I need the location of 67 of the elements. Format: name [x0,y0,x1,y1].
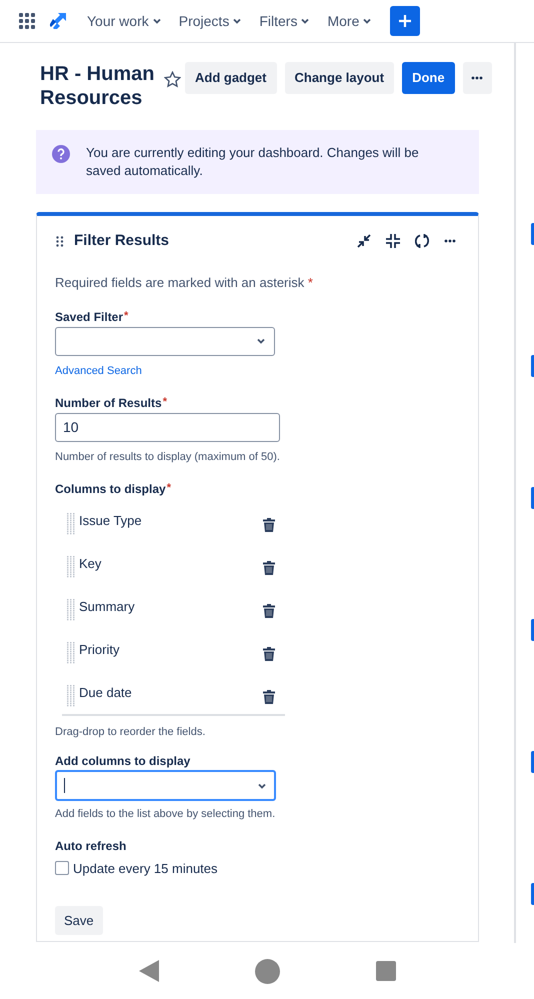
more-button[interactable] [462,62,492,94]
chevron-down-icon [152,16,162,26]
logo-icon[interactable] [49,12,67,30]
drag-handle-icon[interactable] [67,512,75,534]
column-name: Issue Type [79,512,142,528]
chevron-down-icon [362,16,372,26]
chevron-down-icon [300,16,310,26]
column-name: Summary [79,598,135,614]
field-label: Add columns to display [55,753,192,770]
trash-icon[interactable] [263,604,275,618]
help-icon [52,145,70,163]
add-columns-select[interactable] [55,770,276,801]
field-label: Number of Results* [55,395,168,412]
drag-handle-icon[interactable] [67,642,75,664]
trash-icon[interactable] [263,690,275,704]
dashboard-title: HR - Human Resources [40,62,156,110]
chevron-down-icon [256,336,266,346]
more-icon [471,76,484,80]
minimize-icon[interactable] [357,234,371,248]
toolbar-button[interactable]: Change layout [284,62,394,94]
back-icon[interactable] [138,959,160,983]
nav-menu[interactable]: Filters [259,10,310,32]
recents-icon[interactable] [376,961,396,981]
number-input[interactable]: 10 [55,413,280,442]
plus-icon [398,14,412,28]
trash-icon[interactable] [263,646,275,660]
drag-handle-icon[interactable] [67,556,75,578]
cut-off-button[interactable] [531,223,534,245]
toolbar-button[interactable]: Add gadget [185,62,276,94]
cut-off-button[interactable] [531,355,534,377]
banner-message: You are currently editing your dashboard. Changes will be saved automatically. [86,144,420,180]
app-switcher-icon[interactable] [19,13,35,29]
home-icon[interactable] [255,958,280,984]
star-icon[interactable] [164,71,181,88]
cut-off-button[interactable] [531,751,534,773]
trash-icon[interactable] [263,560,275,574]
field-label: Auto refresh [55,838,128,854]
help-text: Number of results to display (maximum of 50). [55,450,281,465]
gadget-title: Filter Results [74,230,170,251]
cut-off-button[interactable] [531,487,534,509]
auto-refresh-checkbox[interactable]: Update every 15 minutes [55,858,218,878]
trash-icon[interactable] [263,518,275,532]
required-note: Required fields are marked with an asterisk * [55,274,314,292]
toolbar-button[interactable]: Done [402,62,455,94]
help-text: Drag-drop to reorder the fields. [55,724,206,740]
nav-menu[interactable]: Your work [87,10,162,32]
column-name: Priority [79,642,120,658]
column-name: Due date [79,684,132,700]
more-icon[interactable] [444,239,456,243]
save-button[interactable]: Save [55,906,103,935]
nav-menu[interactable]: Projects [178,10,242,32]
drag-handle-icon[interactable] [56,236,64,246]
cut-off-button[interactable] [531,883,534,905]
saved-filter-select[interactable] [55,326,275,356]
create-button[interactable] [390,6,420,36]
cut-off-button[interactable] [531,619,534,641]
refresh-icon[interactable] [415,234,429,248]
column-name: Key [79,556,102,572]
chevron-down-icon [232,16,242,26]
drag-handle-icon[interactable] [67,684,75,706]
nav-menu[interactable]: More [327,10,372,32]
field-label: Columns to display* [55,480,172,498]
drag-handle-icon[interactable] [67,598,75,620]
help-text: Add fields to the list above by selecting them. [55,807,276,822]
collapse-icon[interactable] [386,234,400,248]
advanced-search-link[interactable]: Advanced Search [55,362,142,379]
field-label: Saved Filter* [55,308,130,326]
